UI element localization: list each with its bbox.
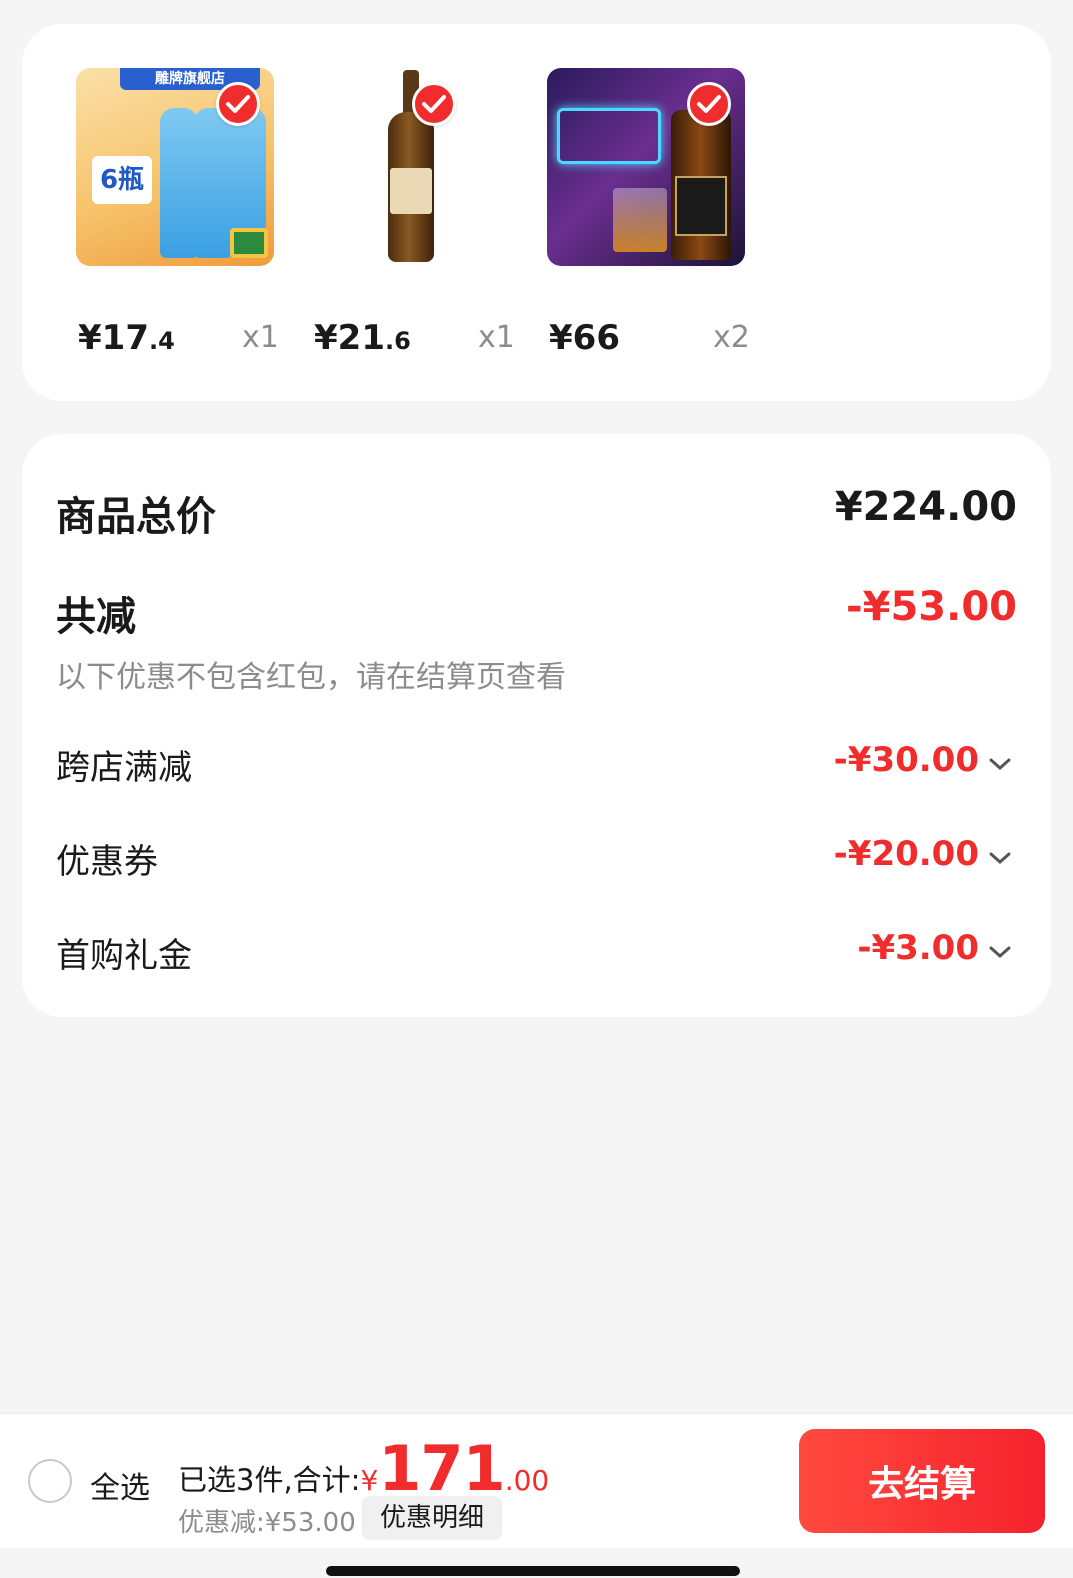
product-price: ¥17.4 bbox=[78, 318, 175, 358]
product-thumbnail[interactable] bbox=[312, 68, 510, 266]
product-quantity: x1 bbox=[242, 320, 279, 355]
discount-detail-label: 跨店满减 bbox=[56, 748, 192, 788]
product-thumbnail[interactable] bbox=[547, 68, 745, 266]
glass-graphic bbox=[613, 188, 667, 252]
discount-detail-label: 优惠券 bbox=[56, 842, 158, 882]
bottle-label-graphic bbox=[390, 168, 432, 214]
order-total-integer: 171 bbox=[378, 1432, 505, 1505]
selected-count-text: 已选3件,合计: bbox=[178, 1463, 361, 1497]
order-total: 已选3件,合计:¥171.00 bbox=[178, 1432, 549, 1505]
neon-sign-graphic bbox=[557, 108, 661, 164]
select-all-radio[interactable] bbox=[28, 1459, 72, 1503]
product-price: ¥66 bbox=[549, 318, 620, 358]
discount-notice: 以下优惠不包含红包，请在结算页查看 bbox=[56, 660, 566, 695]
checked-icon[interactable] bbox=[216, 82, 260, 126]
selected-products-card: 雕牌旗舰店 6瓶 ¥17.4 x1 ¥21.6 x1 ¥66 x2 bbox=[22, 24, 1051, 401]
discount-detail-value: -¥30.00 bbox=[834, 740, 1011, 780]
bottle-graphic bbox=[194, 108, 232, 258]
checkout-button[interactable]: 去结算 bbox=[799, 1429, 1045, 1533]
home-indicator[interactable] bbox=[326, 1566, 740, 1576]
whisky-label-graphic bbox=[675, 176, 727, 236]
currency-symbol: ¥ bbox=[360, 1464, 379, 1497]
price-summary-card: 商品总价 ¥224.00 共减 -¥53.00 以下优惠不包含红包，请在结算页查… bbox=[22, 434, 1051, 1017]
chevron-down-icon[interactable] bbox=[989, 834, 1011, 874]
discount-detail-button[interactable]: 优惠明细 bbox=[362, 1496, 502, 1540]
total-discount-value: -¥53.00 bbox=[846, 584, 1017, 630]
total-discount-label: 共减 bbox=[56, 594, 136, 640]
chevron-down-icon[interactable] bbox=[989, 928, 1011, 968]
checkout-bar: 全选 已选3件,合计:¥171.00 优惠减:¥53.00 优惠明细 去结算 bbox=[0, 1413, 1073, 1548]
discount-detail-cross-store[interactable]: 跨店满减 -¥30.00 bbox=[56, 740, 1017, 790]
product-thumbnail[interactable]: 雕牌旗舰店 6瓶 bbox=[76, 68, 274, 266]
sponge-graphic bbox=[230, 228, 268, 258]
select-all-label[interactable]: 全选 bbox=[90, 1463, 150, 1507]
checked-icon[interactable] bbox=[412, 82, 456, 126]
total-price-label: 商品总价 bbox=[56, 494, 216, 540]
total-price-value: ¥224.00 bbox=[834, 484, 1017, 530]
discount-detail-first-purchase[interactable]: 首购礼金 -¥3.00 bbox=[56, 928, 1017, 978]
discount-detail-value: -¥3.00 bbox=[857, 928, 1011, 968]
chevron-down-icon[interactable] bbox=[989, 740, 1011, 780]
order-total-cents: .00 bbox=[504, 1464, 550, 1497]
product-quantity: x1 bbox=[478, 320, 515, 355]
pack-count-badge: 6瓶 bbox=[92, 156, 152, 204]
discount-detail-coupon[interactable]: 优惠券 -¥20.00 bbox=[56, 834, 1017, 884]
product-quantity: x2 bbox=[713, 320, 750, 355]
checked-icon[interactable] bbox=[687, 82, 731, 126]
bottle-graphic bbox=[160, 108, 198, 258]
product-price: ¥21.6 bbox=[314, 318, 411, 358]
discount-detail-label: 首购礼金 bbox=[56, 936, 192, 976]
saved-amount-text: 优惠减:¥53.00 bbox=[178, 1508, 356, 1538]
discount-detail-value: -¥20.00 bbox=[834, 834, 1011, 874]
